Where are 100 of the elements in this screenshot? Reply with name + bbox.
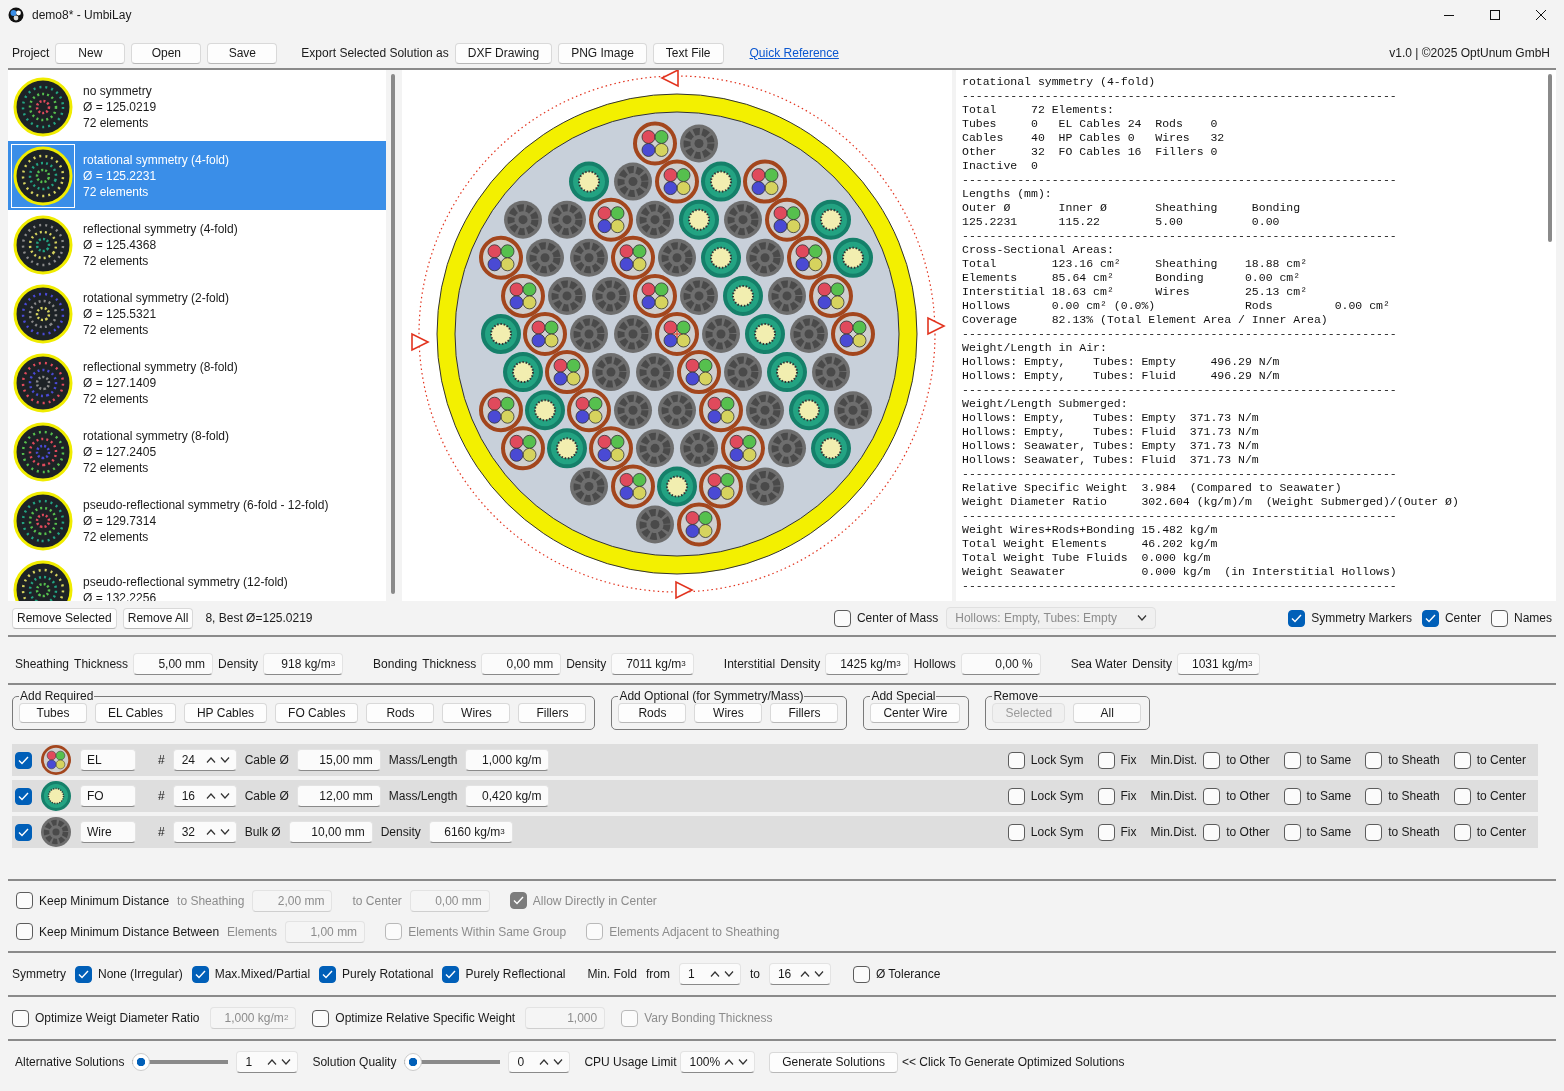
chevron-down-icon[interactable] — [219, 793, 230, 799]
input-field[interactable]: 10,00 mm — [288, 821, 373, 843]
chevron-down-icon[interactable] — [281, 1059, 292, 1065]
chevron-up-icon[interactable] — [724, 1059, 735, 1065]
checkbox[interactable] — [1097, 751, 1115, 769]
toolbar-button[interactable]: Save — [207, 42, 278, 64]
toolbar-button[interactable]: Open — [131, 42, 202, 64]
checkbox[interactable] — [1283, 823, 1301, 841]
help-link[interactable]: Quick Reference — [749, 46, 839, 60]
input-field[interactable]: 0,00 mm — [481, 653, 562, 675]
checkbox[interactable] — [1365, 787, 1383, 805]
checkbox[interactable] — [16, 923, 33, 940]
solution-list-item[interactable]: pseudo-reflectional symmetry (6-fold - 12-fold) Ø = 129.7314 72 elements — [8, 486, 386, 555]
checkbox[interactable] — [1007, 751, 1025, 769]
spin-box[interactable]: 24 — [172, 749, 237, 771]
solution-list-item[interactable]: rotational symmetry (8-fold) Ø = 127.2405 72 elements — [8, 417, 386, 486]
solution-list-item[interactable]: reflectional symmetry (4-fold) Ø = 125.4368 72 elements — [8, 210, 386, 279]
name-field[interactable]: EL — [80, 749, 136, 771]
checkbox[interactable] — [1203, 751, 1221, 769]
checkbox[interactable] — [1453, 823, 1471, 841]
input-field[interactable]: 0,00 % — [960, 653, 1041, 675]
checkbox[interactable] — [1097, 823, 1115, 841]
input-field[interactable]: 7011 kg/m$^{3}$ — [611, 653, 694, 675]
name-field[interactable]: Wire — [80, 821, 136, 843]
spin-box[interactable]: 0 — [508, 1051, 571, 1073]
add-button[interactable]: Wires — [442, 703, 511, 723]
checkbox[interactable] — [15, 751, 32, 769]
add-button[interactable]: Center Wire — [870, 703, 961, 723]
chevron-up-icon[interactable] — [539, 1059, 550, 1065]
spin-box[interactable]: 16 — [172, 785, 237, 807]
remove-button[interactable]: Remove All — [122, 607, 194, 629]
add-button[interactable]: Wires — [694, 703, 763, 723]
add-button[interactable]: All — [1073, 703, 1142, 723]
solution-list-item[interactable]: no symmetry Ø = 125.0219 72 elements — [8, 72, 386, 141]
chevron-up-icon[interactable] — [205, 793, 216, 799]
input-field[interactable]: 6160 kg/m$^{3}$ — [428, 821, 513, 843]
checkbox[interactable] — [852, 965, 870, 983]
chevron-up-icon[interactable] — [205, 829, 216, 835]
chevron-up-icon[interactable] — [709, 971, 720, 977]
slider-thumb[interactable] — [132, 1053, 151, 1071]
checkbox[interactable] — [12, 1009, 29, 1027]
checkbox[interactable] — [75, 965, 92, 983]
toolbar-button[interactable]: DXF Drawing — [454, 42, 553, 64]
checkbox[interactable] — [833, 609, 851, 627]
add-button[interactable]: EL Cables — [95, 703, 176, 723]
add-button[interactable]: HP Cables — [183, 703, 268, 723]
checkbox[interactable] — [1203, 787, 1221, 805]
chevron-down-icon[interactable] — [723, 971, 734, 977]
solution-list-item[interactable]: pseudo-reflectional symmetry (12-fold) Ø = 132.2256 — [8, 555, 386, 601]
checkbox[interactable] — [15, 787, 32, 805]
spin-box[interactable]: 16 — [768, 963, 831, 985]
spin-box[interactable]: 32 — [172, 821, 237, 843]
spin-box[interactable]: 1 — [678, 963, 741, 985]
solution-list-item[interactable]: reflectional symmetry (8-fold) Ø = 127.1409 72 elements — [8, 348, 386, 417]
input-field[interactable]: 1425 kg/m$^{3}$ — [825, 653, 909, 675]
chevron-down-icon[interactable] — [553, 1059, 564, 1065]
toolbar-button[interactable]: Text File — [652, 42, 724, 64]
toolbar-button[interactable]: New — [55, 42, 126, 64]
checkbox[interactable] — [1365, 751, 1383, 769]
scrollbar[interactable] — [391, 74, 395, 594]
checkbox[interactable] — [1007, 823, 1025, 841]
name-field[interactable]: FO — [80, 785, 136, 807]
checkbox[interactable] — [16, 892, 33, 909]
checkbox[interactable] — [1097, 787, 1115, 805]
chevron-down-icon[interactable] — [219, 829, 230, 835]
add-button[interactable]: Fillers — [770, 703, 839, 723]
checkbox[interactable] — [191, 965, 209, 983]
checkbox[interactable] — [319, 965, 337, 983]
checkbox[interactable] — [1203, 823, 1221, 841]
checkbox[interactable] — [1283, 787, 1301, 805]
checkbox[interactable] — [312, 1009, 330, 1027]
checkbox[interactable] — [1288, 609, 1306, 627]
add-button[interactable]: FO Cables — [275, 703, 359, 723]
checkbox[interactable] — [15, 823, 32, 841]
chevron-down-icon[interactable] — [738, 1059, 749, 1065]
input-field[interactable]: 1,000 kg/m — [465, 749, 550, 771]
spin-box[interactable]: 1 — [236, 1051, 299, 1073]
checkbox[interactable] — [442, 965, 460, 983]
scrollbar[interactable] — [1548, 74, 1552, 242]
toolbar-button[interactable]: PNG Image — [558, 42, 647, 64]
input-field[interactable]: 5,00 mm — [133, 653, 214, 675]
input-field[interactable]: 918 kg/m$^{3}$ — [263, 653, 344, 675]
chevron-down-icon[interactable] — [219, 757, 230, 763]
input-field[interactable]: 15,00 mm — [296, 749, 381, 771]
input-field[interactable]: 12,00 mm — [296, 785, 381, 807]
chevron-up-icon[interactable] — [267, 1059, 278, 1065]
add-button[interactable]: Fillers — [518, 703, 587, 723]
chevron-up-icon[interactable] — [799, 971, 810, 977]
chevron-up-icon[interactable] — [205, 757, 216, 763]
checkbox[interactable] — [1491, 609, 1508, 627]
input-field[interactable]: 1031 kg/m$^{3}$ — [1176, 653, 1261, 675]
remove-button[interactable]: Remove Selected — [12, 607, 117, 629]
solution-list-item[interactable]: rotational symmetry (2-fold) Ø = 125.5321 72 elements — [8, 279, 386, 348]
slider-thumb[interactable] — [404, 1053, 423, 1071]
spin-box[interactable]: 100% — [680, 1051, 756, 1073]
input-field[interactable]: 0,420 kg/m — [465, 785, 550, 807]
checkbox[interactable] — [1365, 823, 1383, 841]
add-button[interactable]: Rods — [618, 703, 687, 723]
generate-button[interactable]: Generate Solutions — [769, 1051, 898, 1073]
checkbox[interactable] — [1453, 787, 1471, 805]
